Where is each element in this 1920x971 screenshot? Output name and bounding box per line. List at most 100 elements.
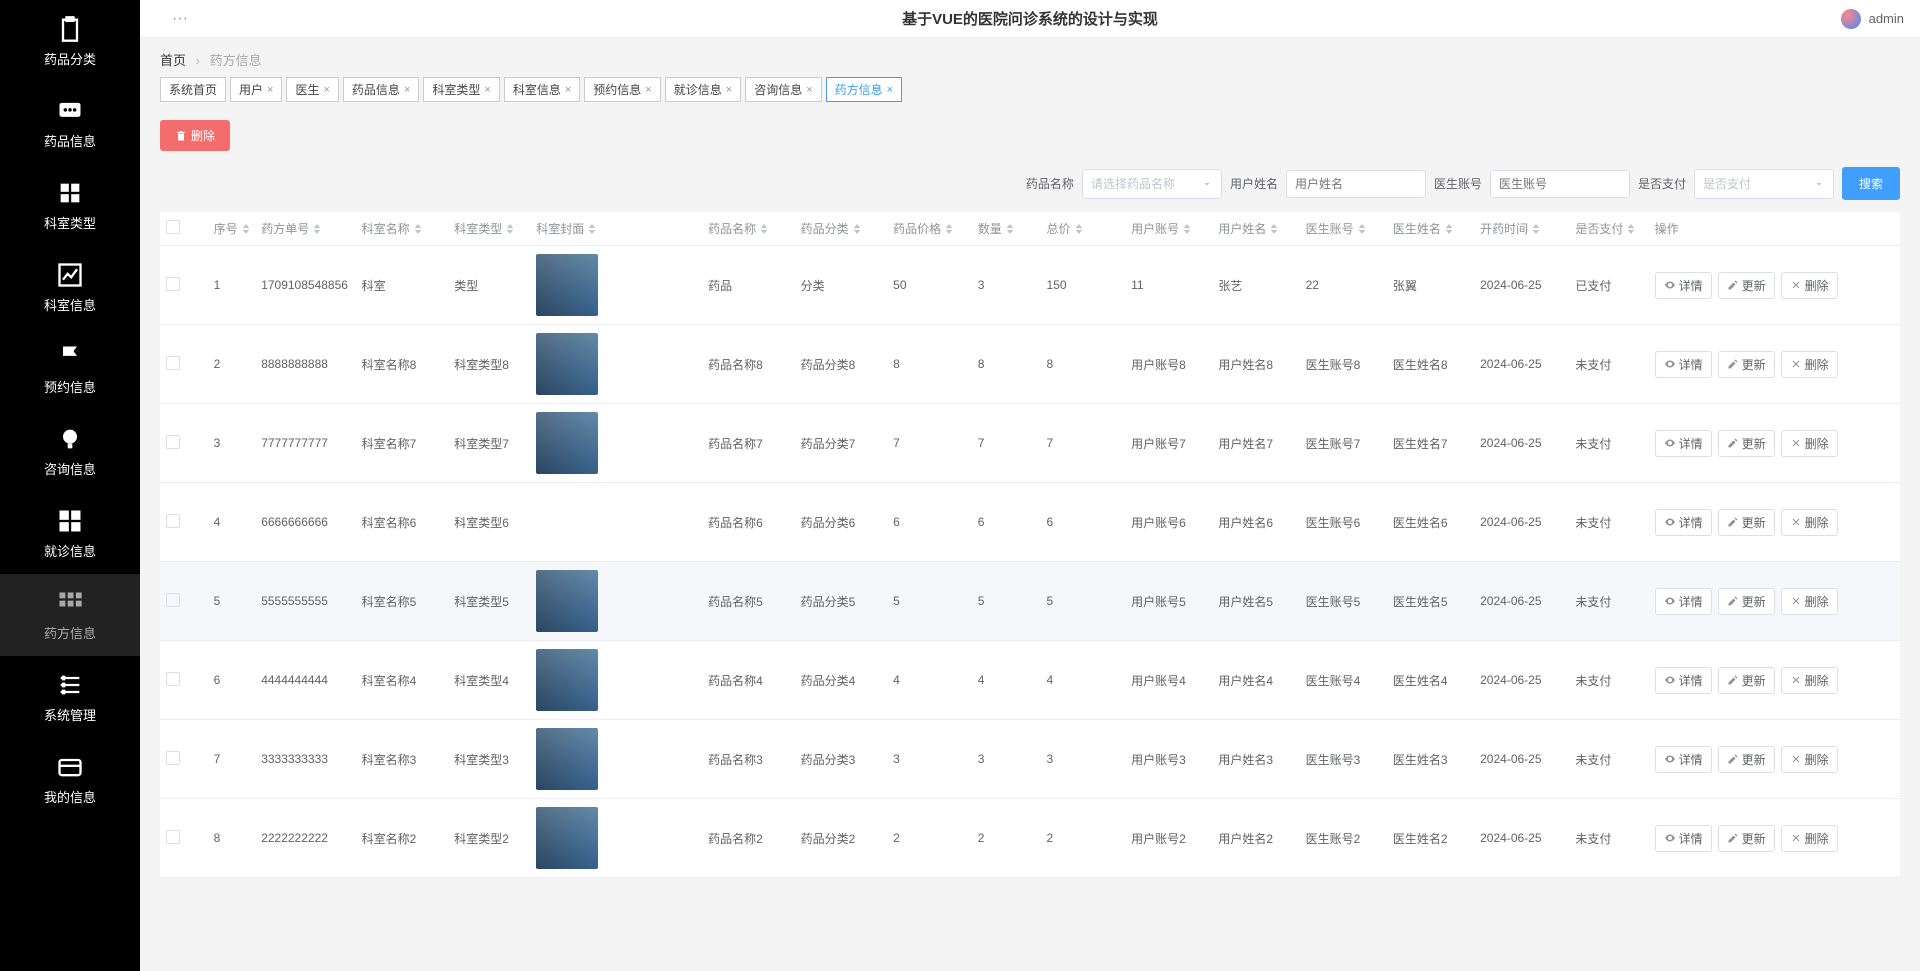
- row-checkbox[interactable]: [166, 435, 180, 449]
- detail-button[interactable]: 详情: [1655, 825, 1712, 852]
- col-header-3[interactable]: 科室类型: [448, 212, 530, 246]
- tab-5[interactable]: 科室信息×: [504, 77, 580, 102]
- tab-0[interactable]: 系统首页: [160, 77, 226, 102]
- row-delete-button[interactable]: 删除: [1781, 272, 1838, 299]
- close-icon[interactable]: ×: [323, 84, 329, 96]
- cell-cat: 药品分类5: [795, 562, 888, 641]
- col-header-8[interactable]: 数量: [972, 212, 1041, 246]
- filter-paid-select[interactable]: 是否支付: [1694, 169, 1834, 199]
- breadcrumb-home[interactable]: 首页: [160, 53, 186, 68]
- filter-username-input[interactable]: [1286, 170, 1426, 198]
- update-button[interactable]: 更新: [1718, 746, 1775, 773]
- sidebar-item-6[interactable]: 就诊信息: [0, 492, 140, 574]
- avatar[interactable]: [1841, 9, 1861, 29]
- tab-7[interactable]: 就诊信息×: [665, 77, 741, 102]
- col-header-12[interactable]: 医生账号: [1300, 212, 1387, 246]
- col-header-0[interactable]: 序号: [208, 212, 256, 246]
- cell-dacc: 22: [1300, 246, 1387, 325]
- close-icon[interactable]: ×: [806, 84, 812, 96]
- sidebar-item-8[interactable]: 系统管理: [0, 656, 140, 738]
- tab-3[interactable]: 药品信息×: [343, 77, 419, 102]
- close-icon[interactable]: ×: [484, 84, 490, 96]
- detail-button[interactable]: 详情: [1655, 272, 1712, 299]
- col-header-2[interactable]: 科室名称: [356, 212, 449, 246]
- row-delete-button[interactable]: 删除: [1781, 746, 1838, 773]
- tab-4[interactable]: 科室类型×: [423, 77, 499, 102]
- detail-button[interactable]: 详情: [1655, 588, 1712, 615]
- sidebar-item-1[interactable]: 药品信息: [0, 82, 140, 164]
- col-header-4[interactable]: 科室封面: [530, 212, 702, 246]
- detail-button[interactable]: 详情: [1655, 667, 1712, 694]
- filter-drugname-select[interactable]: 请选择药品名称: [1082, 169, 1222, 199]
- row-delete-button[interactable]: 删除: [1781, 588, 1838, 615]
- tab-2[interactable]: 医生×: [286, 77, 338, 102]
- col-header-13[interactable]: 医生姓名: [1387, 212, 1474, 246]
- tab-1[interactable]: 用户×: [230, 77, 282, 102]
- row-checkbox[interactable]: [166, 356, 180, 370]
- close-icon[interactable]: ×: [267, 84, 273, 96]
- detail-button[interactable]: 详情: [1655, 509, 1712, 536]
- update-button[interactable]: 更新: [1718, 351, 1775, 378]
- filter-doctoracc-input[interactable]: [1490, 170, 1630, 198]
- sidebar-item-3[interactable]: 科室信息: [0, 246, 140, 328]
- cell-date: 2024-06-25: [1474, 562, 1569, 641]
- sidebar-item-5[interactable]: 咨询信息: [0, 410, 140, 492]
- row-delete-button[interactable]: 删除: [1781, 667, 1838, 694]
- col-header-11[interactable]: 用户姓名: [1212, 212, 1299, 246]
- sidebar-item-label: 咨询信息: [44, 459, 96, 478]
- col-header-7[interactable]: 药品价格: [887, 212, 972, 246]
- cell-ty: 科室类型8: [448, 325, 530, 404]
- close-icon[interactable]: ×: [726, 84, 732, 96]
- update-button[interactable]: 更新: [1718, 588, 1775, 615]
- sidebar-item-0[interactable]: 药品分类: [0, 0, 140, 82]
- row-checkbox[interactable]: [166, 751, 180, 765]
- row-delete-button[interactable]: 删除: [1781, 430, 1838, 457]
- update-button[interactable]: 更新: [1718, 509, 1775, 536]
- select-all-checkbox[interactable]: [166, 220, 180, 234]
- tab-6[interactable]: 预约信息×: [584, 77, 660, 102]
- cell-total: 7: [1041, 404, 1126, 483]
- col-header-9[interactable]: 总价: [1041, 212, 1126, 246]
- row-checkbox[interactable]: [166, 672, 180, 686]
- sidebar-item-2[interactable]: 科室类型: [0, 164, 140, 246]
- cell-name: 药品名称6: [702, 483, 795, 562]
- row-delete-button[interactable]: 删除: [1781, 825, 1838, 852]
- search-button[interactable]: 搜索: [1842, 167, 1900, 200]
- row-checkbox[interactable]: [166, 514, 180, 528]
- row-checkbox[interactable]: [166, 277, 180, 291]
- close-icon[interactable]: ×: [404, 84, 410, 96]
- close-icon[interactable]: ×: [645, 84, 651, 96]
- col-header-5[interactable]: 药品名称: [702, 212, 795, 246]
- username[interactable]: admin: [1869, 11, 1904, 26]
- tab-9[interactable]: 药方信息×: [826, 77, 902, 102]
- detail-button[interactable]: 详情: [1655, 351, 1712, 378]
- col-header-1[interactable]: 药方单号: [255, 212, 355, 246]
- row-delete-button[interactable]: 删除: [1781, 509, 1838, 536]
- update-button[interactable]: 更新: [1718, 430, 1775, 457]
- cell-qty: 2: [972, 799, 1041, 878]
- cell-date: 2024-06-25: [1474, 799, 1569, 878]
- cell-date: 2024-06-25: [1474, 404, 1569, 483]
- cell-uacc: 用户账号2: [1125, 799, 1212, 878]
- close-icon[interactable]: ×: [887, 84, 893, 96]
- sidebar-item-7[interactable]: 药方信息: [0, 574, 140, 656]
- filter-drugname-label: 药品名称: [1026, 175, 1074, 192]
- detail-button[interactable]: 详情: [1655, 430, 1712, 457]
- col-header-14[interactable]: 开药时间: [1474, 212, 1569, 246]
- detail-button[interactable]: 详情: [1655, 746, 1712, 773]
- update-button[interactable]: 更新: [1718, 667, 1775, 694]
- update-button[interactable]: 更新: [1718, 825, 1775, 852]
- close-icon[interactable]: ×: [565, 84, 571, 96]
- sidebar-item-4[interactable]: 预约信息: [0, 328, 140, 410]
- sidebar-item-9[interactable]: 我的信息: [0, 738, 140, 820]
- tab-8[interactable]: 咨询信息×: [745, 77, 821, 102]
- update-button[interactable]: 更新: [1718, 272, 1775, 299]
- col-header-10[interactable]: 用户账号: [1125, 212, 1212, 246]
- row-checkbox[interactable]: [166, 830, 180, 844]
- menu-toggle-icon[interactable]: ···: [156, 10, 188, 27]
- row-checkbox[interactable]: [166, 593, 180, 607]
- col-header-6[interactable]: 药品分类: [795, 212, 888, 246]
- delete-button[interactable]: 删除: [160, 120, 230, 151]
- col-header-15[interactable]: 是否支付: [1569, 212, 1648, 246]
- row-delete-button[interactable]: 删除: [1781, 351, 1838, 378]
